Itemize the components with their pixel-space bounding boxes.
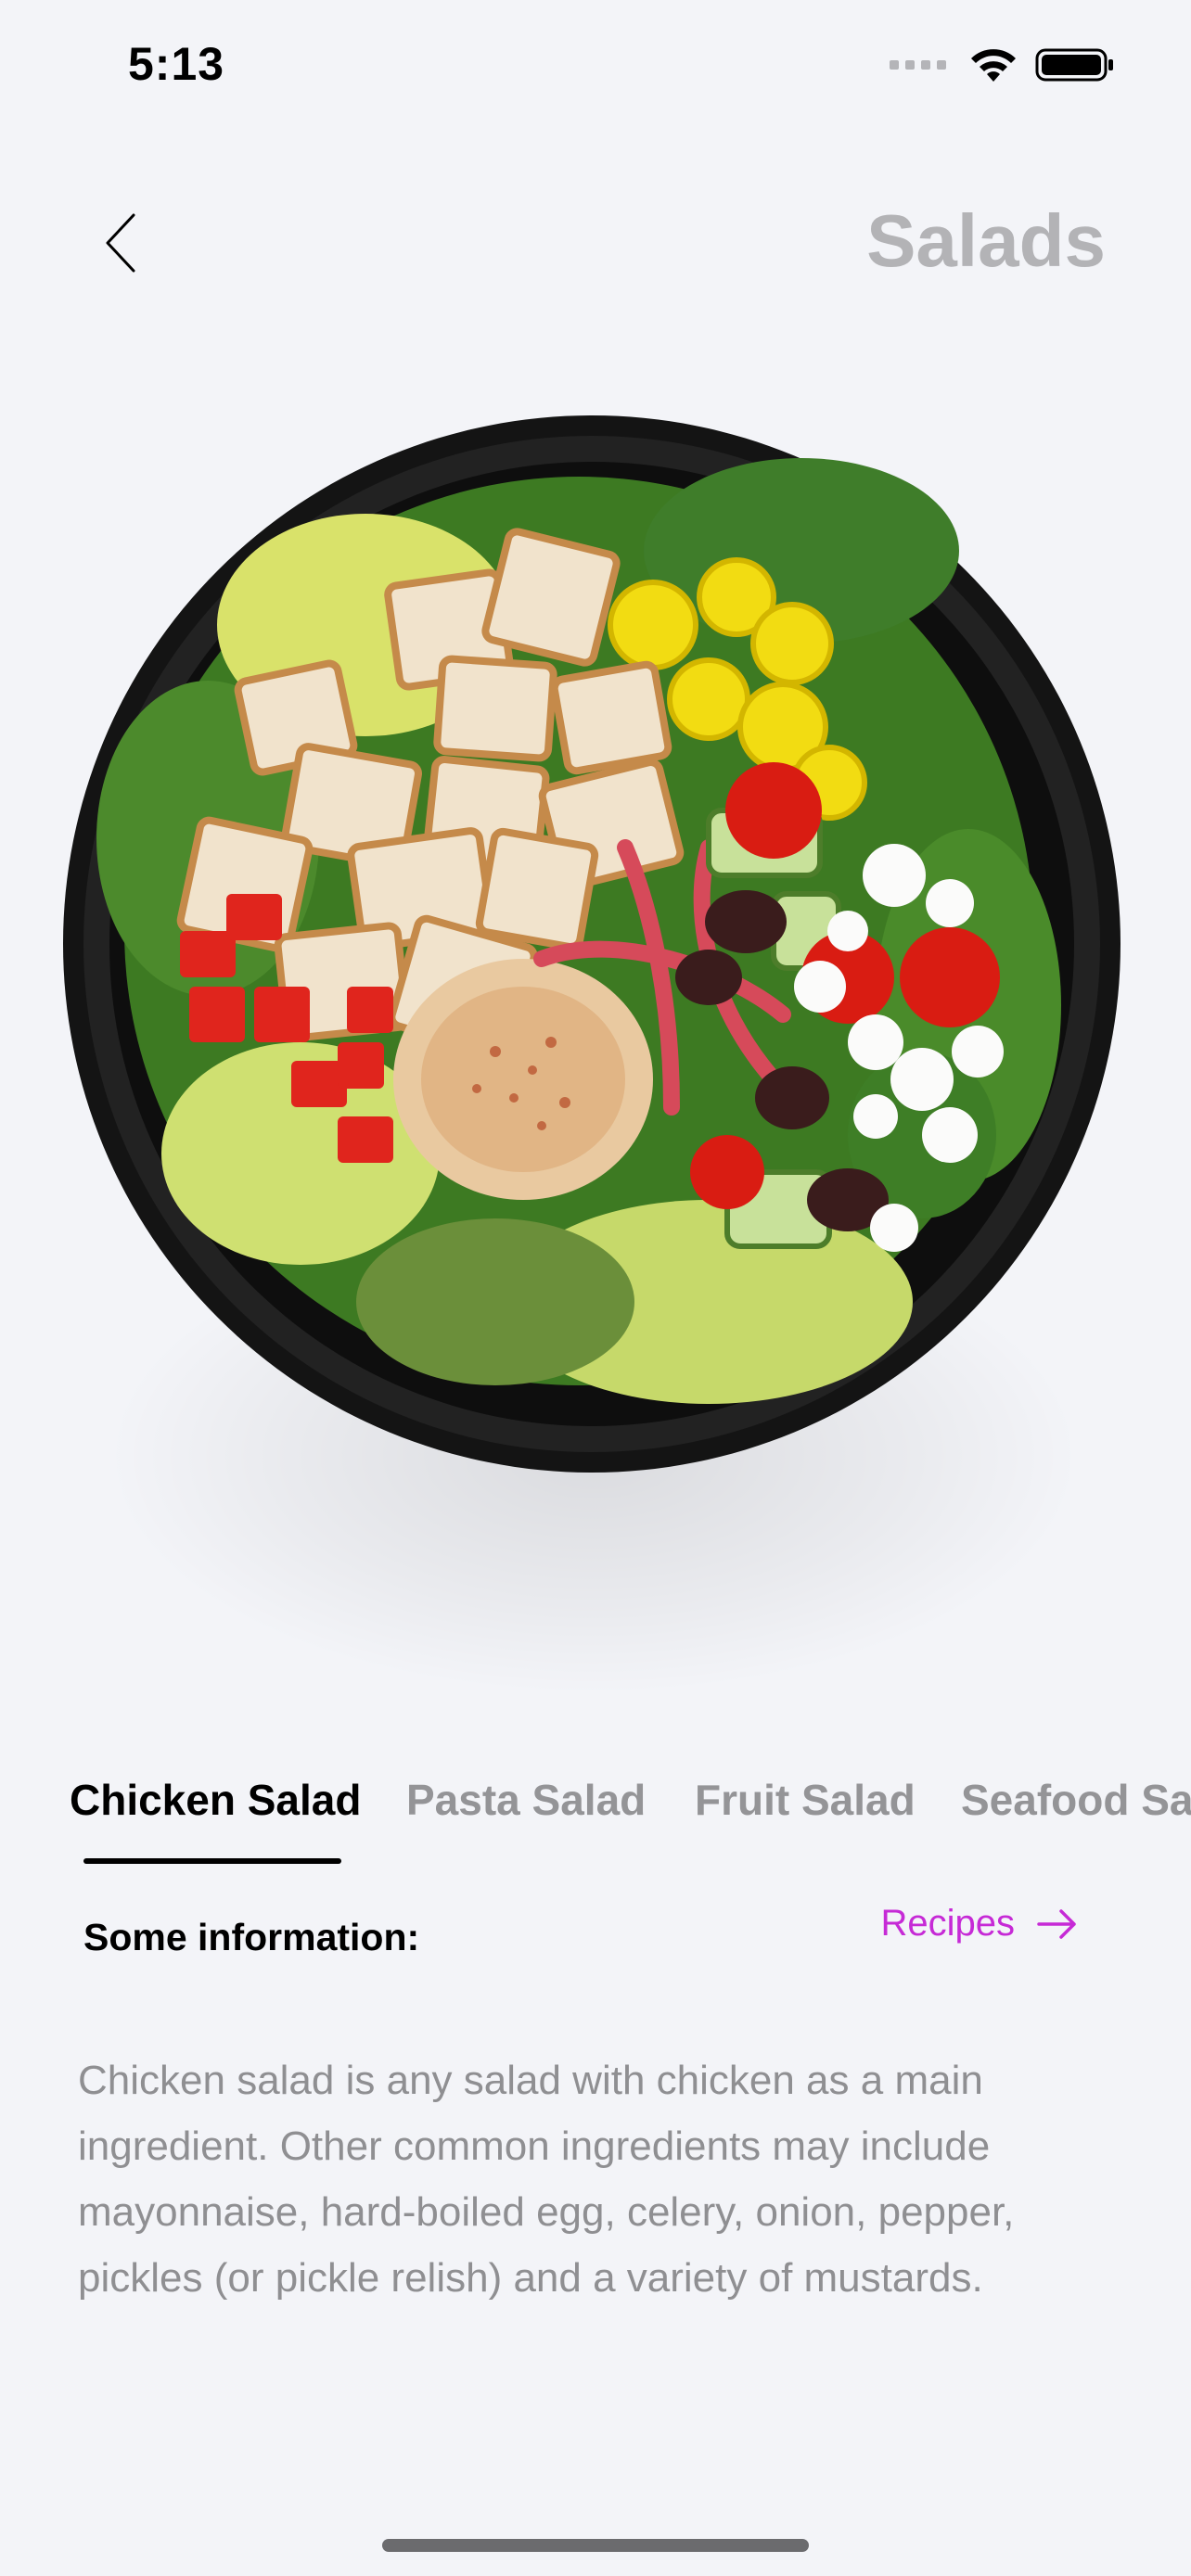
status-time: 5:13 — [128, 38, 225, 90]
salad-description: Chicken salad is any salad with chicken … — [78, 2058, 1015, 2301]
recipes-link-label: Recipes — [880, 1903, 1015, 1944]
info-heading: Some information: — [83, 1916, 420, 1958]
salad-bowl-image — [63, 415, 1121, 1473]
page-title: Salads — [866, 199, 1106, 282]
back-button[interactable] — [93, 206, 148, 280]
battery-icon — [1035, 48, 1113, 82]
tab-chicken-salad[interactable]: Chicken Salad — [70, 1775, 361, 1825]
status-bar: 5:13 — [0, 0, 1191, 130]
status-icons — [890, 46, 1115, 83]
category-tabs: Chicken Salad Pasta Salad Fruit Salad Se… — [0, 1767, 1191, 1879]
home-indicator[interactable] — [382, 2539, 809, 2552]
chevron-left-icon — [106, 213, 135, 273]
recipes-link[interactable]: Recipes — [880, 1903, 1078, 1945]
tab-seafood-salad[interactable]: Seafood Salad — [961, 1775, 1191, 1825]
tab-fruit-salad[interactable]: Fruit Salad — [695, 1775, 916, 1825]
active-tab-indicator — [83, 1858, 341, 1864]
arrow-right-icon — [1037, 1908, 1076, 1939]
tab-pasta-salad[interactable]: Pasta Salad — [406, 1775, 646, 1825]
wifi-icon — [971, 49, 1016, 82]
signal-dots-icon — [890, 60, 946, 70]
